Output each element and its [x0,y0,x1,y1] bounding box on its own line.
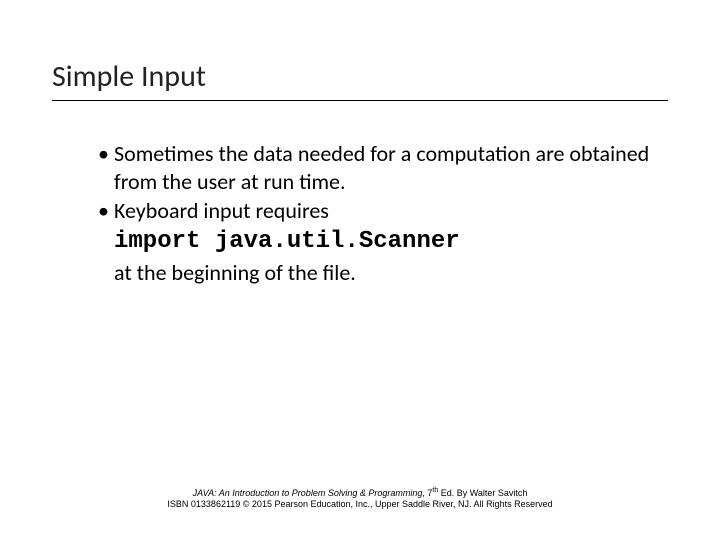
title-underline [52,100,668,101]
code-line: import java.util.Scanner [98,227,660,257]
footer-line-2: ISBN 0133862119 © 2015 Pearson Education… [0,499,720,510]
bullet-2-continuation: at the beginning of the file. [98,259,660,287]
footer-edition-prefix: , 7 [422,488,432,498]
footer-edition-suffix: Ed. By Walter Savitch [438,488,527,498]
footer-line-1: JAVA: An Introduction to Problem Solving… [0,487,720,499]
slide: Simple Input Sometimes the data needed f… [0,0,720,540]
bullet-2: Keyboard input requires [98,197,660,225]
slide-body: Sometimes the data needed for a computat… [98,140,660,286]
slide-title: Simple Input [52,58,206,95]
footer-book-title: JAVA: An Introduction to Problem Solving… [193,488,423,498]
slide-footer: JAVA: An Introduction to Problem Solving… [0,487,720,511]
bullet-1: Sometimes the data needed for a computat… [98,140,660,195]
